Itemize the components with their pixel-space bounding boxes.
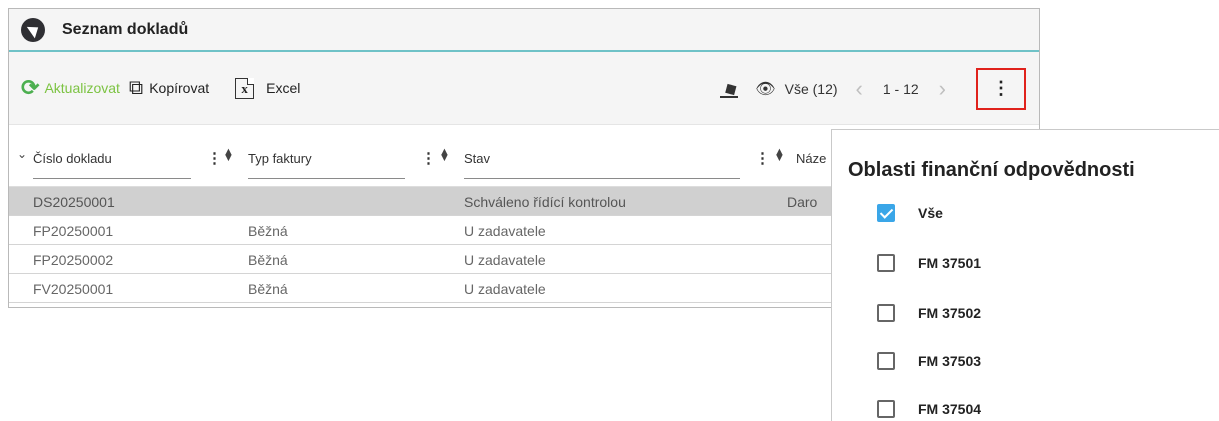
sort-icon: ▲ ▼ [223, 146, 234, 164]
cell-typ: Běžná [248, 223, 288, 239]
next-page-icon[interactable]: › [939, 76, 946, 102]
view-filter[interactable]: Vše (12) [785, 81, 838, 97]
copy-button[interactable]: ⧉ Kopírovat [129, 77, 209, 100]
cell-cislo: FP20250002 [33, 252, 114, 268]
column-header-cislo[interactable]: ⌄ Číslo dokladu [9, 125, 199, 187]
checkbox[interactable] [877, 254, 895, 272]
cell-cislo: FP20250001 [33, 223, 114, 239]
eye-icon[interactable]: 👁 [755, 79, 775, 99]
refresh-label: Aktualizovat [44, 80, 120, 96]
column-menu-icon[interactable]: ⋮ [755, 149, 770, 167]
toolbar: ⟳ Aktualizovat ⧉ Kopírovat x Excel ◆ 👁 V… [9, 52, 1039, 125]
option-label: FM 37503 [918, 353, 982, 369]
cell-stav: U zadavatele [464, 252, 546, 268]
option-label: Vše [918, 205, 943, 221]
option-fm-37504[interactable]: FM 37504 [877, 400, 981, 418]
column-menu-icon[interactable]: ⋮ [207, 149, 222, 167]
window-title: Seznam dokladů [62, 20, 189, 38]
refresh-button[interactable]: ⟳ Aktualizovat [21, 75, 120, 101]
refresh-icon: ⟳ [21, 75, 40, 100]
cell-nazev: Daro [787, 194, 818, 210]
column-label: Typ faktury [248, 151, 312, 166]
clear-filter-button[interactable]: ◆ [720, 77, 755, 100]
option-fm-37503[interactable]: FM 37503 [877, 352, 981, 370]
checkbox-checked[interactable] [877, 204, 895, 222]
vertical-dots-icon: ⋮ [992, 78, 1010, 98]
excel-icon: x [235, 77, 255, 99]
cell-stav: U zadavatele [464, 223, 546, 239]
copy-label: Kopírovat [149, 80, 210, 96]
chevron-down-icon: ⌄ [17, 147, 28, 161]
prev-page-icon[interactable]: ‹ [856, 76, 863, 102]
cell-cislo: DS20250001 [33, 194, 115, 210]
financial-areas-popup: Oblasti finanční odpovědnosti Vše FM 375… [831, 129, 1219, 421]
option-label: FM 37504 [918, 401, 982, 417]
cell-typ: Běžná [248, 252, 288, 268]
copy-icon: ⧉ [128, 76, 144, 99]
popup-title: Oblasti finanční odpovědnosti [848, 159, 1135, 181]
app-logo-icon [21, 17, 45, 42]
cell-stav: Schváleno řídící kontrolou [464, 194, 626, 210]
checkbox[interactable] [877, 352, 895, 370]
column-header-typ[interactable]: ▲ ▼ Typ faktury [223, 125, 423, 187]
option-fm-37502[interactable]: FM 37502 [877, 304, 981, 322]
column-label: Stav [464, 151, 491, 166]
column-menu-icon[interactable]: ⋮ [421, 149, 436, 167]
toolbar-right: ◆ 👁 Vše (12) ‹ 1 - 12 › ⋮ [720, 52, 1039, 125]
checkbox[interactable] [877, 304, 895, 322]
eraser-icon: ◆ [720, 76, 741, 100]
checkbox[interactable] [877, 400, 895, 418]
sort-icon: ▲ ▼ [439, 146, 450, 164]
excel-label: Excel [266, 80, 301, 96]
column-header-stav[interactable]: ▲ ▼ Stav [439, 125, 759, 187]
cell-cislo: FV20250001 [33, 281, 114, 297]
cell-typ: Běžná [248, 281, 288, 297]
page-range: 1 - 12 [882, 80, 919, 97]
column-label: Číslo dokladu [33, 151, 112, 166]
option-label: FM 37501 [918, 255, 982, 271]
column-label: Náze [796, 151, 827, 166]
title-bar: Seznam dokladů [9, 9, 1039, 52]
cell-stav: U zadavatele [464, 281, 546, 297]
option-label: FM 37502 [918, 305, 982, 321]
more-options-button[interactable]: ⋮ [976, 67, 1026, 110]
sort-icon: ▲ ▼ [774, 146, 785, 164]
option-vse[interactable]: Vše [877, 204, 943, 222]
option-fm-37501[interactable]: FM 37501 [877, 254, 981, 272]
excel-button[interactable]: x Excel [235, 77, 301, 99]
